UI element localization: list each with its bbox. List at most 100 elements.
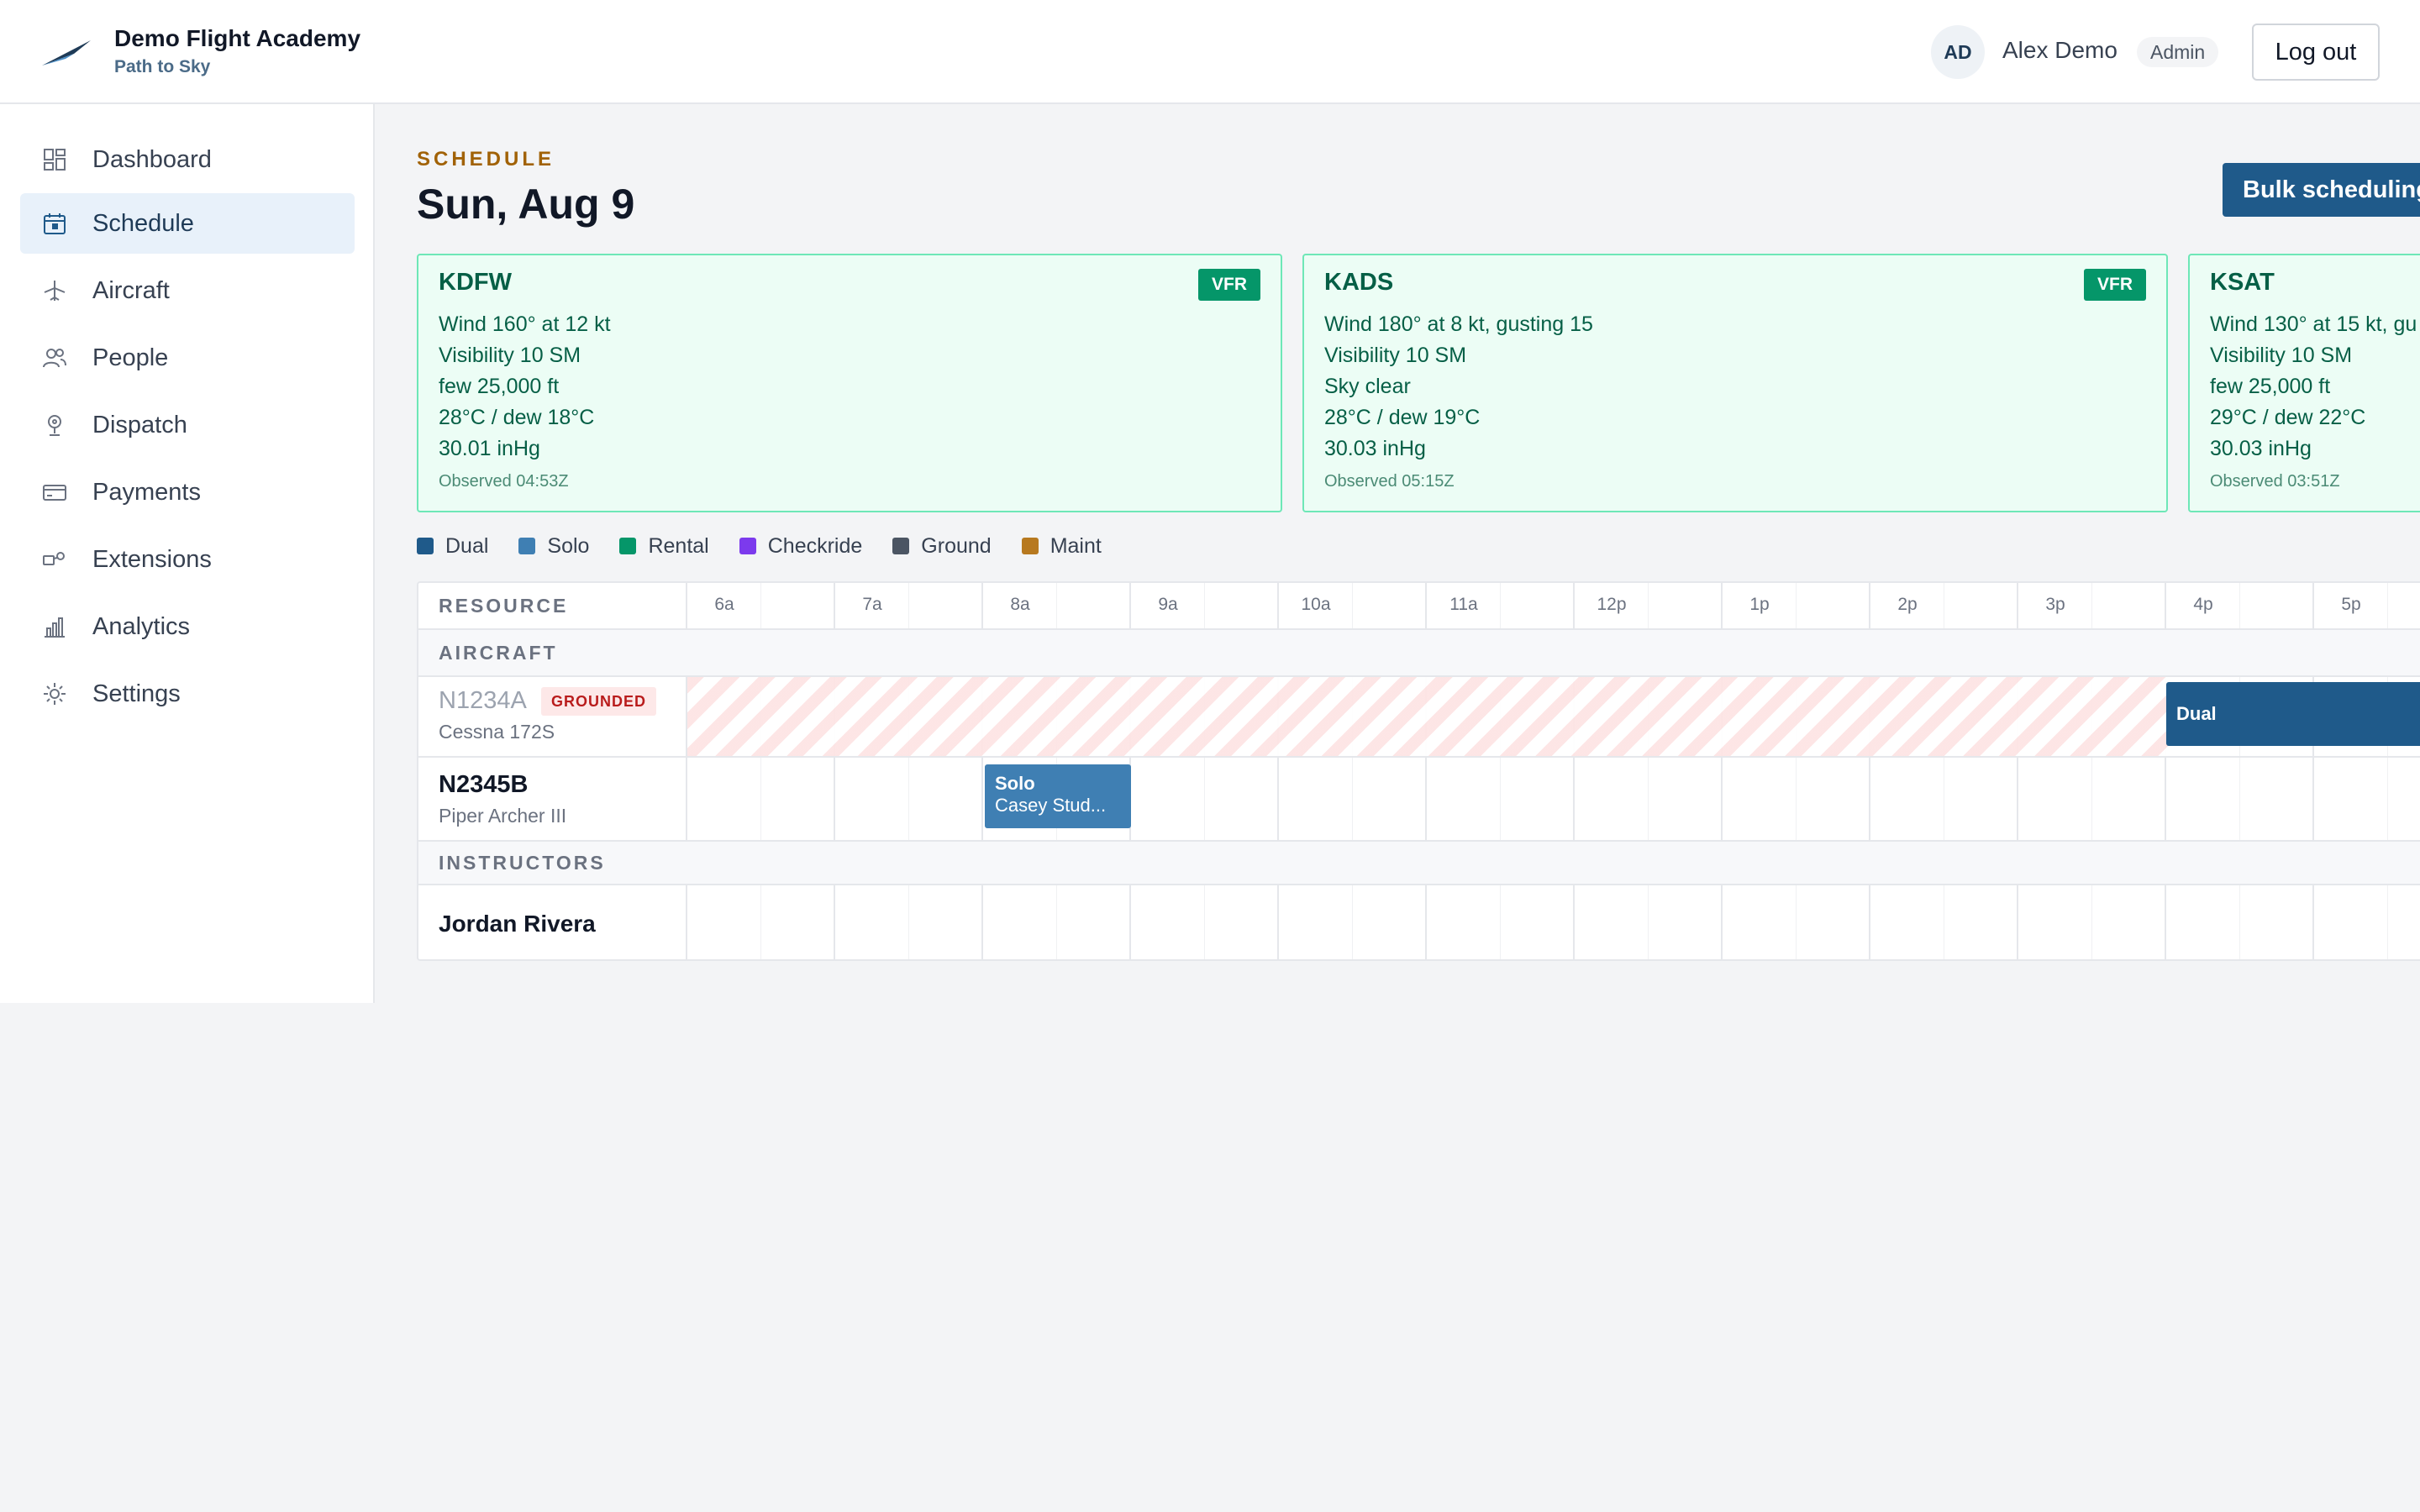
time-slot[interactable] — [1575, 758, 1649, 840]
weather-altimeter: 30.03 inHg — [2210, 437, 2312, 460]
time-slot[interactable] — [909, 758, 983, 840]
time-slot[interactable] — [835, 758, 909, 840]
aircraft-tail: N2345B — [439, 771, 529, 798]
hour-label: 1p — [1749, 595, 1770, 614]
time-slot[interactable] — [2314, 885, 2388, 959]
avatar[interactable]: AD — [1931, 25, 1985, 79]
sidebar-item-payments[interactable]: Payments — [20, 462, 355, 522]
time-slot[interactable] — [2092, 758, 2166, 840]
booking-student: Casey Stud... — [995, 795, 1107, 816]
time-slot[interactable] — [1944, 758, 2018, 840]
time-slot[interactable] — [983, 885, 1057, 959]
time-slot[interactable] — [2240, 885, 2314, 959]
time-slot[interactable] — [1353, 885, 1427, 959]
time-slot[interactable] — [1427, 758, 1501, 840]
time-slot[interactable] — [1279, 885, 1353, 959]
time-slot[interactable] — [1870, 885, 1944, 959]
sidebar-item-settings[interactable]: Settings — [20, 664, 355, 724]
card-icon — [42, 480, 67, 505]
time-slots[interactable] — [687, 677, 2420, 756]
legend-swatch — [619, 538, 637, 554]
time-slot[interactable] — [1797, 758, 1870, 840]
time-slot[interactable] — [687, 885, 761, 959]
resource-cell[interactable]: N2345B Piper Archer III — [418, 758, 687, 840]
grid-header-row: RESOURCE 6a 7a 8a 9a 10a 11a 12p 1p 2p 3p 4p 5p — [418, 583, 2420, 630]
weather-altimeter: 30.01 inHg — [439, 437, 540, 460]
time-slot[interactable] — [1649, 885, 1723, 959]
legend-label: Ground — [921, 533, 992, 558]
time-slot[interactable] — [1797, 885, 1870, 959]
time-slots[interactable] — [687, 885, 2420, 959]
time-slot[interactable] — [1131, 885, 1205, 959]
aircraft-tail: N1234A — [439, 687, 527, 714]
time-slot[interactable] — [2166, 758, 2240, 840]
time-slot[interactable] — [2092, 885, 2166, 959]
time-slot[interactable] — [1205, 885, 1279, 959]
time-slot[interactable] — [909, 885, 983, 959]
legend-swatch — [417, 538, 434, 554]
time-slot[interactable] — [1279, 758, 1353, 840]
time-slot[interactable] — [1649, 758, 1723, 840]
time-slot[interactable] — [1723, 885, 1797, 959]
hour-label: 8a — [1010, 595, 1030, 614]
user-name: Alex Demo — [2002, 37, 2118, 63]
sidebar-item-schedule[interactable]: Schedule — [20, 193, 355, 254]
sidebar-item-dashboard[interactable]: Dashboard — [20, 129, 355, 190]
weather-card-kads: KADS VFR Wind 180° at 8 kt, gusting 15 V… — [1302, 254, 2168, 512]
sidebar-item-aircraft[interactable]: Aircraft — [20, 260, 355, 321]
time-slot[interactable] — [835, 885, 909, 959]
weather-visibility: Visibility 10 SM — [1324, 344, 1467, 367]
time-slot[interactable] — [2018, 758, 2092, 840]
section-instructors: INSTRUCTORS — [418, 842, 2420, 885]
time-slot[interactable] — [1501, 758, 1575, 840]
time-slot[interactable] — [2314, 758, 2388, 840]
time-slot[interactable] — [1353, 758, 1427, 840]
sidebar-item-extensions[interactable]: Extensions — [20, 529, 355, 590]
time-slot[interactable] — [1205, 758, 1279, 840]
resource-cell[interactable]: N1234A GROUNDED Cessna 172S — [418, 677, 687, 756]
hour-label: 5p — [2341, 595, 2361, 614]
time-slot[interactable] — [761, 885, 835, 959]
time-slot[interactable] — [1870, 758, 1944, 840]
sidebar-item-label: Payments — [92, 478, 201, 506]
booking-block[interactable]: Dual — [2166, 682, 2420, 746]
weather-sky: few 25,000 ft — [439, 375, 560, 398]
booking-type: Dual — [2176, 703, 2217, 724]
time-slot[interactable] — [2388, 758, 2420, 840]
time-slot[interactable] — [1427, 885, 1501, 959]
calendar-icon — [42, 211, 67, 236]
bulk-scheduling-button[interactable]: Bulk scheduling — [2223, 163, 2420, 217]
header-slot — [2092, 583, 2166, 628]
weather-station: KADS — [1324, 269, 1394, 296]
time-slot[interactable] — [1944, 885, 2018, 959]
time-slot[interactable] — [2018, 885, 2092, 959]
logout-button[interactable]: Log out — [2252, 24, 2380, 81]
grid-icon — [42, 147, 67, 172]
hour-label: 6a — [714, 595, 734, 614]
brand-name: Demo Flight Academy — [114, 25, 361, 51]
resource-cell[interactable]: Jordan Rivera — [418, 885, 687, 959]
time-slot[interactable] — [761, 758, 835, 840]
booking-legend: Dual Solo Rental Checkride Ground Maint — [417, 534, 1132, 558]
sidebar-item-analytics[interactable]: Analytics — [20, 596, 355, 657]
time-slots[interactable] — [687, 758, 2420, 840]
time-slot[interactable] — [1131, 758, 1205, 840]
instructor-name: Jordan Rivera — [439, 911, 596, 937]
sidebar-item-label: People — [92, 344, 169, 371]
hour-label: 7a — [862, 595, 882, 614]
time-slot[interactable] — [1057, 885, 1131, 959]
sidebar-item-people[interactable]: People — [20, 328, 355, 388]
time-slot[interactable] — [2240, 758, 2314, 840]
weather-wind: Wind 130° at 15 kt, gu — [2210, 312, 2417, 336]
time-slot[interactable] — [1723, 758, 1797, 840]
sidebar-item-dispatch[interactable]: Dispatch — [20, 395, 355, 455]
booking-block[interactable]: Solo Casey Stud... — [985, 764, 1131, 828]
weather-station: KDFW — [439, 269, 512, 296]
time-slot[interactable] — [1575, 885, 1649, 959]
time-slot[interactable] — [687, 758, 761, 840]
legend-label: Dual — [445, 533, 489, 558]
time-slot[interactable] — [1501, 885, 1575, 959]
time-slot[interactable] — [2388, 885, 2420, 959]
sidebar-item-label: Analytics — [92, 612, 191, 640]
time-slot[interactable] — [2166, 885, 2240, 959]
